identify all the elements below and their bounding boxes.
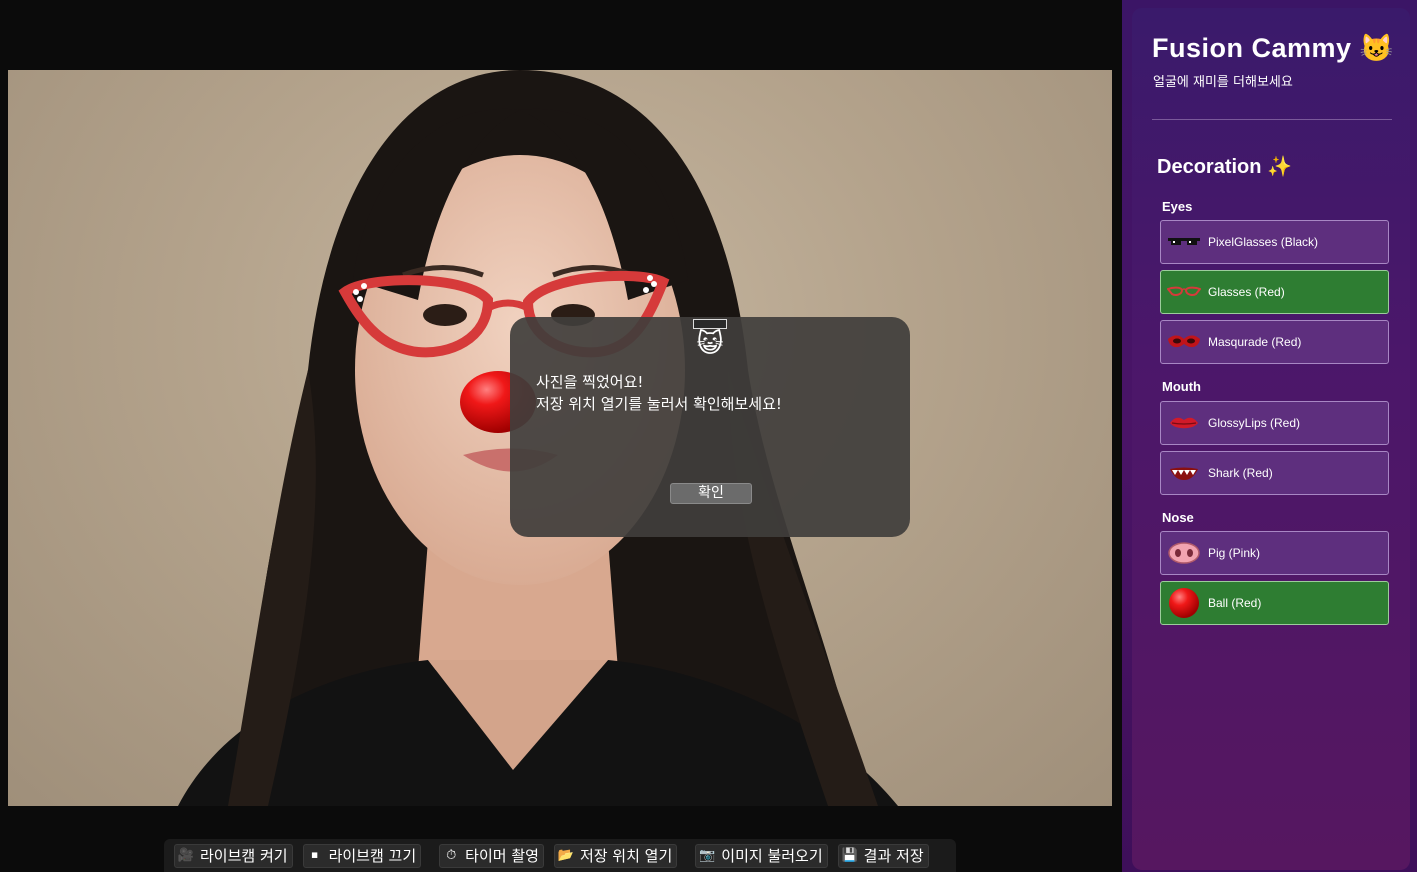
shark-teeth-icon (1164, 453, 1204, 493)
side-panel-card: Fusion Cammy 😺 얼굴에 재미를 더해보세요 Decoration … (1132, 8, 1410, 870)
dialog-message-line1: 사진을 찍었어요! (536, 373, 644, 391)
save-icon: 💾 (841, 848, 858, 863)
decoration-title-text: Decoration (1157, 156, 1262, 178)
pig-nose-icon (1164, 533, 1204, 573)
live-cam-off-label: 라이브캠 끄기 (328, 847, 417, 865)
folder-icon: 📂 (557, 848, 575, 863)
item-ball-nose[interactable]: Ball (Red) (1160, 581, 1389, 625)
sparkle-hand-icon: ✨ (1267, 156, 1292, 178)
camera-stage: 😺 사진을 찍었어요! 저장 위치 열기를 눌러서 확인해보세요! 확인 🎥 라… (0, 0, 1122, 872)
timer-shot-label: 타이머 촬영 (465, 847, 539, 865)
app-title: Fusion Cammy 😺 (1152, 32, 1394, 64)
item-label: PixelGlasses (Black) (1208, 235, 1319, 249)
camera-icon: 🎥 (177, 848, 195, 863)
item-pixel-glasses[interactable]: PixelGlasses (Black) (1160, 220, 1389, 264)
dialog-drag-handle[interactable] (693, 319, 727, 329)
item-red-glasses[interactable]: Glasses (Red) (1160, 270, 1389, 314)
dialog-message: 사진을 찍었어요! 저장 위치 열기를 눌러서 확인해보세요! (536, 371, 782, 415)
load-image-button[interactable]: 📷 이미지 불러오기 (695, 843, 828, 868)
item-glossy-lips[interactable]: GlossyLips (Red) (1160, 401, 1389, 445)
lips-icon (1164, 403, 1204, 443)
decoration-title: Decoration ✨ (1157, 154, 1292, 179)
section-eyes-title: Eyes (1162, 199, 1193, 214)
item-pig-nose[interactable]: Pig (Pink) (1160, 531, 1389, 575)
open-save-location-label: 저장 위치 열기 (579, 847, 673, 865)
timer-icon: ⏱ (446, 848, 457, 863)
photo-taken-dialog: 😺 사진을 찍었어요! 저장 위치 열기를 눌러서 확인해보세요! 확인 (510, 317, 910, 537)
app-title-text: Fusion Cammy (1152, 33, 1352, 63)
red-glasses-icon (1164, 272, 1204, 312)
open-save-location-button[interactable]: 📂 저장 위치 열기 (553, 843, 678, 868)
item-label: Pig (Pink) (1208, 546, 1261, 560)
item-label: GlossyLips (Red) (1208, 416, 1301, 430)
item-masquerade[interactable]: Masqurade (Red) (1160, 320, 1389, 364)
live-cam-on-button[interactable]: 🎥 라이브캠 켜기 (174, 843, 293, 868)
item-shark[interactable]: Shark (Red) (1160, 451, 1389, 495)
section-mouth-title: Mouth (1162, 379, 1201, 394)
save-result-button[interactable]: 💾 결과 저장 (837, 843, 929, 868)
live-cam-off-button[interactable]: ⏹ 라이브캠 끄기 (302, 843, 422, 868)
mask-icon (1164, 322, 1204, 362)
item-label: Masqurade (Red) (1208, 335, 1302, 349)
pixel-glasses-icon (1164, 222, 1204, 262)
app-subtitle: 얼굴에 재미를 더해보세요 (1153, 75, 1293, 90)
item-label: Shark (Red) (1208, 466, 1273, 480)
section-nose-title: Nose (1162, 510, 1194, 525)
stop-icon: ⏹ (311, 848, 318, 863)
timer-shot-button[interactable]: ⏱ 타이머 촬영 (439, 843, 544, 868)
dialog-cat-icon: 😺 (693, 319, 727, 361)
cat-logo-icon: 😺 (1359, 33, 1394, 63)
divider (1152, 119, 1392, 120)
load-image-label: 이미지 불러오기 (721, 847, 823, 865)
item-label: Glasses (Red) (1208, 285, 1285, 299)
red-ball-icon (1164, 583, 1204, 623)
dialog-message-line2: 저장 위치 열기를 눌러서 확인해보세요! (536, 395, 782, 413)
save-result-label: 결과 저장 (863, 847, 924, 865)
dialog-ok-button[interactable]: 확인 (670, 483, 752, 504)
image-icon: 📷 (699, 848, 716, 863)
side-panel: Fusion Cammy 😺 얼굴에 재미를 더해보세요 Decoration … (1122, 0, 1417, 872)
item-label: Ball (Red) (1208, 596, 1262, 610)
bottom-toolbar: 🎥 라이브캠 켜기 ⏹ 라이브캠 끄기 ⏱ 타이머 촬영 📂 저장 위치 열기 … (164, 839, 956, 872)
live-cam-on-label: 라이브캠 켜기 (200, 847, 288, 865)
